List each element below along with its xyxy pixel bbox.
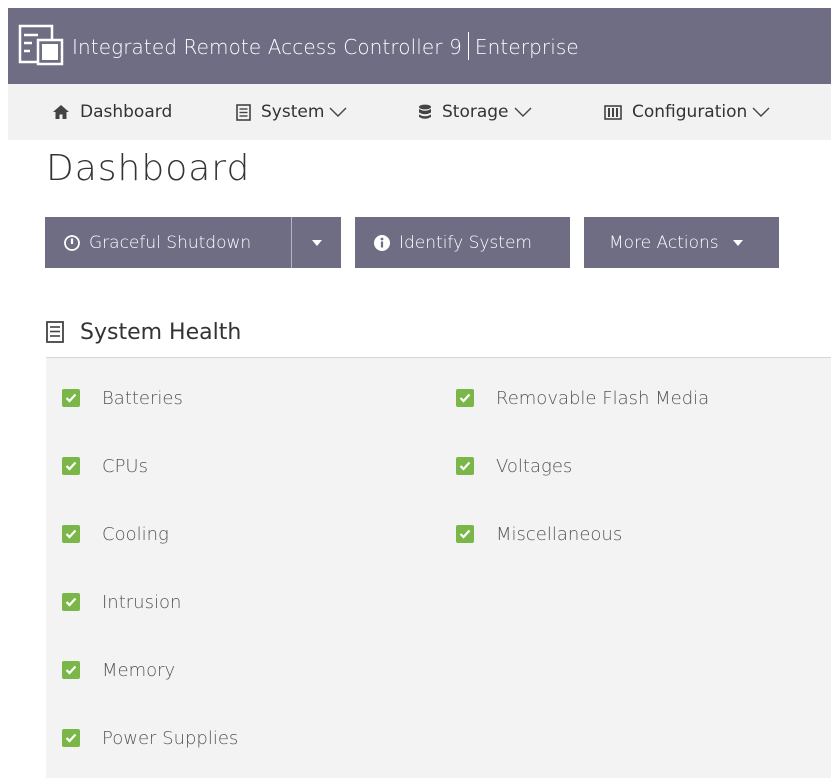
check-icon <box>456 389 474 407</box>
health-item-batteries[interactable]: Batteries <box>62 381 183 415</box>
nav-dashboard[interactable]: Dashboard <box>52 84 172 140</box>
check-icon <box>62 389 80 407</box>
power-icon <box>64 234 80 251</box>
graceful-shutdown-button[interactable]: Graceful Shutdown <box>45 217 291 268</box>
health-item-label: Power Supplies <box>102 727 239 749</box>
system-health-header: System Health <box>46 310 241 354</box>
check-icon <box>62 729 80 747</box>
chevron-down-icon <box>752 107 770 117</box>
sliders-icon <box>604 104 622 120</box>
edition-label: Enterprise <box>474 35 579 59</box>
nav-configuration-label: Configuration <box>632 102 748 122</box>
check-icon <box>62 457 80 475</box>
page-title: Dashboard <box>46 148 251 189</box>
app-title: Integrated Remote Access Controller 9 Ent… <box>72 32 579 60</box>
server-icon <box>46 321 64 343</box>
caret-down-icon <box>311 239 322 246</box>
health-item-label: Memory <box>102 659 176 681</box>
check-icon <box>456 525 474 543</box>
title-bar: Integrated Remote Access Controller 9 Ent… <box>8 8 831 84</box>
system-health-panel: Batteries CPUs Cooling Intrusion Memory … <box>46 358 831 778</box>
health-item-miscellaneous[interactable]: Miscellaneous <box>456 517 622 551</box>
health-item-voltages[interactable]: Voltages <box>456 449 572 483</box>
shutdown-options-dropdown[interactable] <box>291 217 341 268</box>
check-icon <box>62 661 80 679</box>
chevron-down-icon <box>514 107 532 117</box>
system-health-title: System Health <box>80 319 242 345</box>
home-icon <box>53 105 69 119</box>
health-item-label: Intrusion <box>102 591 182 613</box>
health-item-intrusion[interactable]: Intrusion <box>62 585 181 619</box>
check-icon <box>62 593 80 611</box>
nav-storage-label: Storage <box>442 102 509 122</box>
check-icon <box>456 457 474 475</box>
title-separator <box>467 32 469 60</box>
health-item-label: Cooling <box>102 523 169 545</box>
product-name: Integrated Remote Access Controller 9 <box>72 35 462 59</box>
more-actions-button[interactable]: More Actions <box>584 217 779 268</box>
health-item-label: CPUs <box>102 455 148 477</box>
identify-system-label: Identify System <box>399 232 532 253</box>
identify-system-button[interactable]: Identify System <box>355 217 570 268</box>
info-icon <box>374 234 390 251</box>
nav-system-label: System <box>261 102 325 122</box>
server-icon <box>236 103 251 121</box>
health-item-memory[interactable]: Memory <box>62 653 175 687</box>
health-item-label: Batteries <box>102 387 183 409</box>
health-item-cpus[interactable]: CPUs <box>62 449 148 483</box>
health-item-power-supplies[interactable]: Power Supplies <box>62 721 238 755</box>
more-actions-label: More Actions <box>609 232 719 253</box>
health-item-label: Voltages <box>496 455 573 477</box>
check-icon <box>62 525 80 543</box>
nav-storage[interactable]: Storage <box>418 84 533 140</box>
nav-configuration[interactable]: Configuration <box>604 84 771 140</box>
main-nav: Dashboard System Storage Configuration <box>8 84 831 140</box>
health-item-label: Miscellaneous <box>496 523 623 545</box>
database-icon <box>419 104 431 119</box>
caret-down-icon <box>732 239 743 246</box>
health-item-removable-flash-media[interactable]: Removable Flash Media <box>456 381 709 415</box>
chevron-down-icon <box>329 107 347 117</box>
server-rack-icon <box>18 24 64 66</box>
health-item-label: Removable Flash Media <box>496 387 710 409</box>
graceful-shutdown-label: Graceful Shutdown <box>89 232 252 253</box>
health-item-cooling[interactable]: Cooling <box>62 517 169 551</box>
nav-system[interactable]: System <box>236 84 348 140</box>
nav-dashboard-label: Dashboard <box>80 102 173 122</box>
